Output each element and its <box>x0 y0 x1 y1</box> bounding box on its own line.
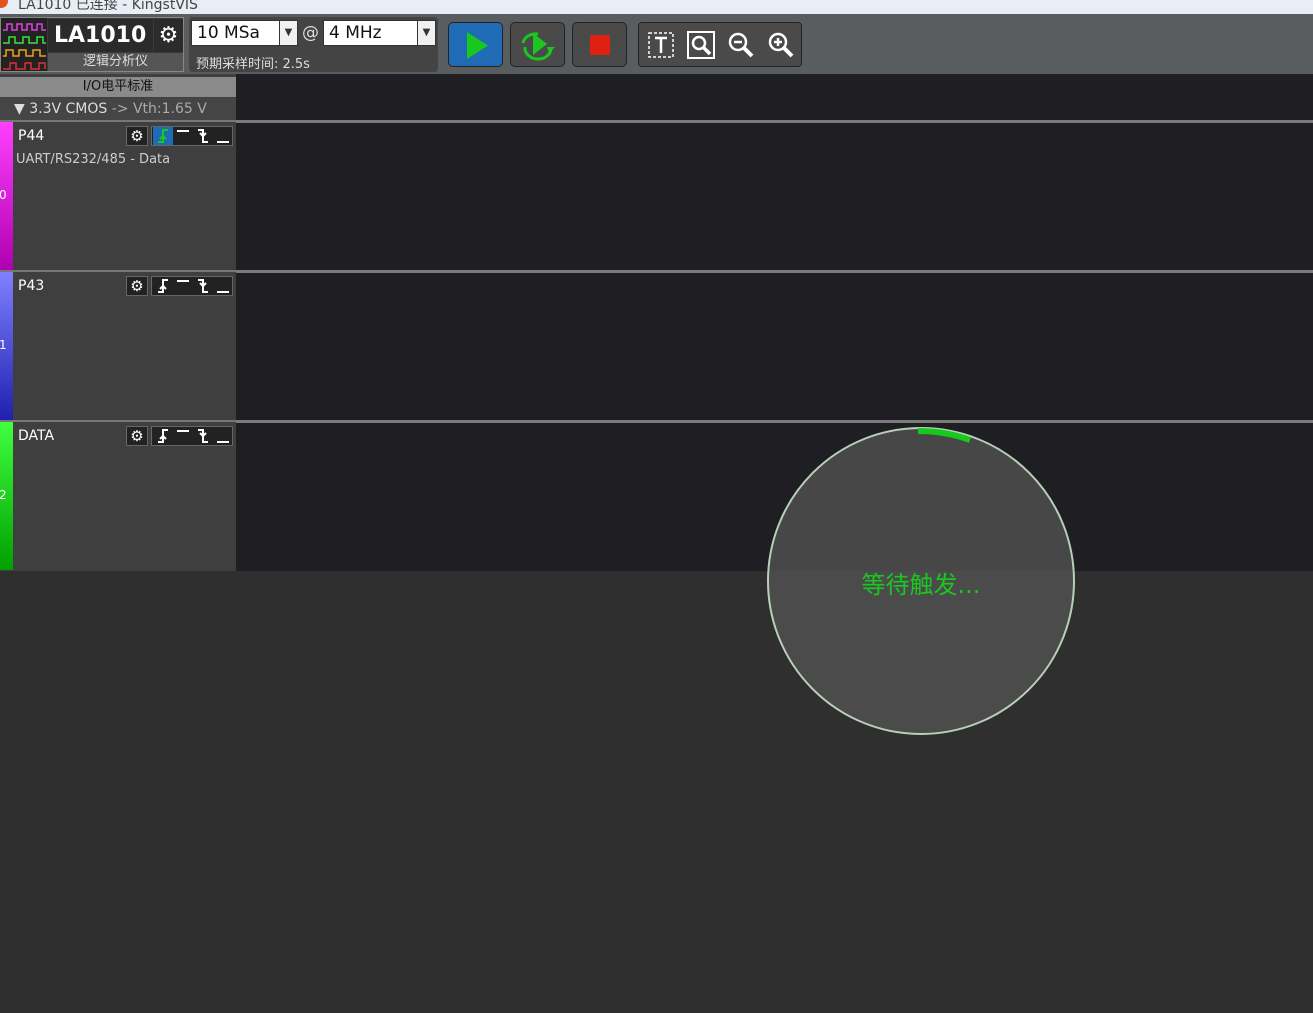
channel-settings-gear-icon[interactable]: ⚙ <box>126 426 148 446</box>
stop-icon <box>590 35 610 55</box>
text-annotation-button[interactable] <box>645 29 677 61</box>
trigger-low-level-icon[interactable] <box>213 277 233 295</box>
sample-depth-value: 10 MSa <box>197 23 260 43</box>
run-button[interactable] <box>448 22 503 67</box>
channel-row[interactable]: 1 P43 ⚙ <box>0 270 236 420</box>
chevron-down-icon[interactable]: ▼ <box>279 21 297 45</box>
channel-index: 2 <box>0 488 7 502</box>
trigger-falling-edge-icon[interactable] <box>193 277 213 295</box>
device-settings-gear-icon[interactable]: ⚙ <box>154 19 183 52</box>
device-name[interactable]: LA1010 <box>48 19 153 52</box>
logic-waveform-icon <box>1 18 47 71</box>
trigger-selector <box>151 426 233 446</box>
channel-settings-gear-icon[interactable]: ⚙ <box>126 126 148 146</box>
trigger-rising-edge-icon[interactable] <box>153 127 173 145</box>
trigger-high-level-icon[interactable] <box>173 427 193 445</box>
channel-name[interactable]: P44 <box>18 128 44 144</box>
chevron-down-icon[interactable]: ▼ <box>417 21 435 45</box>
trigger-falling-edge-icon[interactable] <box>193 427 213 445</box>
sample-rate-select[interactable]: 4 MHz ▼ <box>323 20 436 46</box>
stop-button[interactable] <box>572 22 627 67</box>
device-panel: LA1010 ⚙ 逻辑分析仪 <box>0 17 184 72</box>
zoom-in-icon <box>768 32 794 58</box>
io-threshold: -> Vth:1.65 V <box>111 101 207 117</box>
zoom-toolbar <box>638 22 802 67</box>
trigger-selector <box>151 276 233 296</box>
zoom-fit-icon <box>687 31 715 59</box>
main-toolbar: LA1010 ⚙ 逻辑分析仪 10 MSa ▼ @ 4 MHz ▼ 预期采样时间… <box>0 14 1313 74</box>
io-standard: 3.3V CMOS <box>29 101 108 117</box>
sampling-settings: 10 MSa ▼ @ 4 MHz ▼ 预期采样时间: 2.5s <box>189 17 438 72</box>
channel-index: 1 <box>0 338 7 352</box>
channel-name[interactable]: DATA <box>18 428 54 444</box>
loop-run-button[interactable] <box>510 22 565 67</box>
io-level-header: I/O电平标准 <box>0 77 236 97</box>
sample-depth-select[interactable]: 10 MSa ▼ <box>191 20 298 46</box>
channel-separator <box>236 120 1313 123</box>
trigger-falling-edge-icon[interactable] <box>193 127 213 145</box>
window-titlebar: LA1010 已连接 - KingstVIS <box>0 0 1313 14</box>
trigger-high-level-icon[interactable] <box>173 127 193 145</box>
app-icon <box>0 0 8 8</box>
io-level-select[interactable]: ▼ 3.3V CMOS -> Vth:1.65 V <box>0 98 236 120</box>
trigger-low-level-icon[interactable] <box>213 427 233 445</box>
play-icon <box>467 32 488 59</box>
sample-rate-value: 4 MHz <box>329 23 382 43</box>
trigger-low-level-icon[interactable] <box>213 127 233 145</box>
channel-panel: I/O电平标准 ▼ 3.3V CMOS -> Vth:1.65 V 0 P44 … <box>0 74 236 571</box>
channel-settings-gear-icon[interactable]: ⚙ <box>126 276 148 296</box>
window-title: LA1010 已连接 - KingstVIS <box>18 0 198 13</box>
channel-name[interactable]: P43 <box>18 278 44 294</box>
channel-separator <box>236 420 1313 423</box>
channel-row[interactable]: 0 P44 UART/RS232/485 - Data ⚙ <box>0 120 236 270</box>
device-subtitle: 逻辑分析仪 <box>48 53 183 71</box>
channel-row[interactable]: 2 DATA ⚙ <box>0 420 236 570</box>
channel-separator <box>236 270 1313 273</box>
zoom-out-icon <box>728 32 754 58</box>
loop-run-icon <box>521 32 555 61</box>
channel-index: 0 <box>0 188 7 202</box>
trigger-selector <box>151 126 233 146</box>
channel-decoder-label: UART/RS232/485 - Data <box>16 152 171 167</box>
text-cursor-icon <box>648 32 674 58</box>
zoom-fit-button[interactable] <box>685 29 717 61</box>
expected-sample-time: 预期采样时间: 2.5s <box>196 57 310 72</box>
expand-triangle-icon[interactable]: ▼ <box>14 101 25 117</box>
at-separator: @ <box>302 23 319 43</box>
zoom-out-button[interactable] <box>725 29 757 61</box>
zoom-in-button[interactable] <box>765 29 797 61</box>
trigger-rising-edge-icon[interactable] <box>153 427 173 445</box>
waiting-trigger-text: 等待触发... <box>861 571 981 599</box>
trigger-high-level-icon[interactable] <box>173 277 193 295</box>
trigger-rising-edge-icon[interactable] <box>153 277 173 295</box>
